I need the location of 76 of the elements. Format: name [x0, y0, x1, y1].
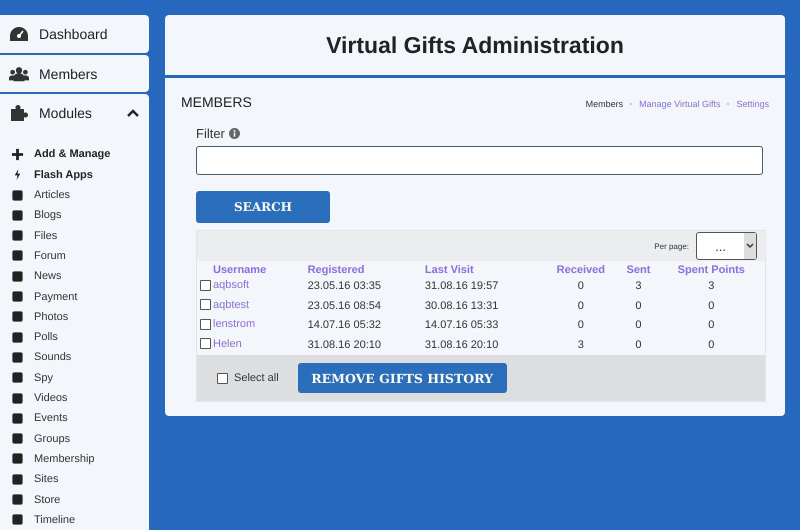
username-link[interactable]: aqbsoft: [213, 279, 250, 291]
puzzle-piece-icon: [9, 104, 29, 122]
module-link[interactable]: Groups: [0, 428, 149, 449]
filter-field[interactable]: [196, 146, 763, 175]
info-icon: [228, 128, 240, 139]
section-tab[interactable]: Settings: [736, 99, 769, 109]
table-cell: 0: [708, 338, 714, 351]
separator-dot: [630, 103, 632, 105]
module-link[interactable]: Photos: [0, 306, 149, 328]
table-cell: 0: [708, 300, 714, 312]
sidebar-item[interactable]: Dashboard: [0, 15, 149, 53]
modules-menu-header[interactable]: Modules: [0, 94, 149, 132]
column-header[interactable]: Username: [213, 264, 266, 276]
row-checkbox[interactable]: [200, 338, 211, 349]
table-cell: 23.05.16 08:54: [308, 300, 381, 312]
table-cell: 31.08.16 20:10: [424, 338, 498, 351]
section-title: MEMBERS: [181, 94, 252, 110]
row-checkbox[interactable]: [200, 299, 211, 310]
select-all-label: Select all: [234, 372, 279, 384]
table-cell: 3: [578, 338, 584, 351]
module-link[interactable]: Files: [0, 226, 149, 246]
select-all-checkbox[interactable]: [217, 372, 228, 384]
module-link[interactable]: Blogs: [0, 205, 149, 226]
module-link[interactable]: Flash Apps: [0, 164, 149, 185]
page-title: Virtual Gifts Administration: [326, 32, 624, 58]
table-cell: 14.07.16 05:33: [424, 319, 498, 332]
per-page-label: Per page:: [654, 242, 689, 250]
speedometer-icon: [9, 24, 29, 43]
table-cell: 0: [708, 319, 714, 332]
plus-icon: [11, 148, 24, 161]
module-link[interactable]: News: [0, 266, 149, 286]
filter-label: Filter: [196, 126, 225, 141]
row-checkbox[interactable]: [200, 280, 211, 290]
table-cell: 0: [635, 338, 642, 351]
separator-dot: [727, 103, 730, 105]
module-link[interactable]: Articles: [0, 184, 149, 206]
chevron-down-icon: [746, 243, 754, 249]
table-cell: 31.08.16 19:57: [424, 280, 498, 292]
table-cell: 0: [578, 319, 584, 332]
search-button[interactable]: SEARCH: [196, 191, 330, 223]
module-link[interactable]: Store: [0, 489, 149, 510]
table-cell: 31.08.16 20:10: [308, 338, 381, 351]
module-link[interactable]: Polls: [0, 327, 149, 348]
username-link[interactable]: Helen: [213, 338, 242, 350]
column-header[interactable]: Sent: [626, 264, 650, 276]
column-header[interactable]: Registered: [308, 264, 364, 276]
module-link[interactable]: Forum: [0, 246, 149, 266]
module-link[interactable]: Sounds: [0, 347, 149, 368]
module-link[interactable]: Payment: [0, 286, 149, 307]
module-link[interactable]: Timeline: [0, 510, 149, 530]
module-link[interactable]: Membership: [0, 448, 149, 470]
sidebar-item[interactable]: Members: [0, 54, 149, 92]
table-cell: 3: [635, 280, 642, 292]
table-cell: 3: [708, 280, 714, 292]
table-cell: 14.07.16 05:32: [308, 319, 381, 332]
username-link[interactable]: aqbtest: [213, 298, 250, 310]
section-tab[interactable]: Manage Virtual Gifts: [639, 99, 720, 109]
module-link[interactable]: Add & Manage: [0, 144, 149, 165]
column-header[interactable]: Received: [556, 264, 605, 276]
section-tab[interactable]: Members: [586, 99, 624, 109]
module-link[interactable]: Sites: [0, 469, 149, 490]
table-cell: 23.05.16 03:35: [308, 280, 381, 292]
column-header[interactable]: Spent Points: [678, 264, 745, 276]
module-link[interactable]: Videos: [0, 388, 149, 408]
per-page-select[interactable]: ...: [696, 232, 757, 260]
username-link[interactable]: lenstrom: [213, 318, 256, 330]
module-link[interactable]: Spy: [0, 368, 149, 388]
row-checkbox[interactable]: [200, 318, 211, 330]
remove-history-button[interactable]: REMOVE GIFTS HISTORY: [298, 363, 507, 393]
column-header[interactable]: Last Visit: [424, 264, 474, 276]
table-cell: 0: [578, 300, 584, 312]
table-cell: 30.08.16 13:31: [424, 300, 498, 312]
table-cell: 0: [635, 300, 642, 312]
table-cell: 0: [578, 280, 584, 292]
table-cell: 0: [635, 319, 642, 332]
module-link[interactable]: Events: [0, 408, 149, 428]
